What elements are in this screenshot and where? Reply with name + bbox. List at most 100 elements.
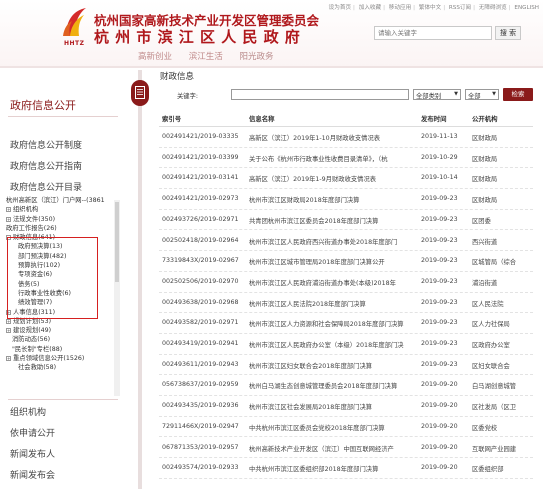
table-row[interactable]: 002502418/2019-02964 杭州市滨江区人民政府西兴街道办事处201… [159, 231, 533, 252]
filter-search-button[interactable]: 检索 [503, 88, 533, 101]
table-row[interactable]: 002502506/2019-02970 杭州市滨江区人民政府浦沿街道办事处(本级… [159, 272, 533, 293]
sidebar-link-catalog[interactable]: 政府信息公开目录 [10, 180, 82, 193]
top-link-set-home[interactable]: 设为首页 [329, 5, 351, 11]
top-link-traditional[interactable]: 繁体中文 [419, 5, 441, 11]
table-row[interactable]: 73319843X/2019-02967 杭州市滨江区城市管理局2018年度部门决… [159, 251, 533, 272]
top-link-mobile[interactable]: 移动应用 [389, 5, 411, 11]
tree-item-label: 政府工作报告(26) [6, 224, 57, 232]
cell-name[interactable]: 高新区（滨江）2019年1-9月财政收支情况表 [249, 174, 417, 183]
tree-item[interactable]: 消防动态(56) [4, 335, 119, 344]
cell-date: 2019-09-20 [421, 381, 458, 389]
cell-name[interactable]: 杭州市滨江区人民政府浦沿街道办事处(本级)2018年 [249, 278, 417, 287]
table-row[interactable]: 067871353/2019-02957 杭州高新技术产业开发区（滨江）中国互联网… [159, 438, 533, 459]
tree-item[interactable]: 预算执行(102) [4, 261, 119, 270]
cell-name[interactable]: 关于公布《杭州市行政事业性收费目录清单》，（杭 [249, 154, 417, 163]
catalog-tree: 杭州高新区（滨江）门户网--(3861 + 组织机构 + 法规文件(350) 政府工作报告… [4, 196, 119, 396]
sidebar-link-org[interactable]: 组织机构 [10, 405, 46, 418]
cell-index: 002502506/2019-02970 [162, 277, 239, 285]
tree-item[interactable]: - 财政信息(641) [4, 233, 119, 242]
table-row[interactable]: 002493638/2019-02968 杭州市滨江区人民法院2018年度部门决算… [159, 293, 533, 314]
tree-item[interactable]: 绩效管理(7) [4, 298, 119, 307]
tree-item-label: 杭州高新区（滨江）门户网--(3861 [6, 197, 105, 204]
tree-item[interactable]: + 建设规划(49) [4, 326, 119, 335]
nav-item-gov-affairs[interactable]: 阳光政务 [239, 50, 273, 62]
tree-item-label: 财政信息(641) [13, 234, 56, 242]
tree-item[interactable]: 杭州高新区（滨江）门户网--(3861 [4, 196, 119, 205]
tree-item[interactable]: + 人事信息(311) [4, 308, 119, 317]
top-link-favorite[interactable]: 加入收藏 [359, 5, 381, 11]
scope-select[interactable]: 全部 ▼ [465, 89, 499, 100]
tree-item[interactable]: 社会救助(58) [4, 363, 119, 372]
expand-icon[interactable]: + [6, 207, 11, 213]
tree-item[interactable]: 政府预决算(13) [4, 242, 119, 251]
table-row[interactable]: 002493419/2019-02941 杭州市滨江区人民政府办公室（本级）201… [159, 334, 533, 355]
cell-name[interactable]: 高新区（滨江）2019年1-10月财政收支情况表 [249, 133, 417, 142]
cell-name[interactable]: 杭州市滨江区人民法院2018年度部门决算 [249, 299, 417, 308]
cell-date: 2019-10-14 [421, 174, 458, 182]
tree-item[interactable]: + 重点领域信息公开(1526) [4, 354, 119, 363]
sidebar-link-press-conf[interactable]: 新闻发布会 [10, 468, 55, 481]
tree-item[interactable]: + 组织机构 [4, 205, 119, 214]
cell-org: 西兴街道 [472, 238, 498, 246]
table-row[interactable]: 002493435/2019-02936 杭州市滨江区社会发展局2018年度部门决… [159, 396, 533, 417]
cell-name[interactable]: 杭州市滨江区城市管理局2018年度部门决算公开 [249, 257, 417, 266]
document-icon [135, 86, 145, 99]
tree-item[interactable]: + 规划计划(53) [4, 317, 119, 326]
sidebar-link-guide[interactable]: 政府信息公开指南 [10, 159, 82, 172]
table-row[interactable]: 002491421/2019-02973 杭州市滨江区财政局2018年度部门决算 2… [159, 189, 533, 210]
site-search-input[interactable] [374, 26, 492, 40]
expand-icon[interactable]: + [6, 216, 11, 222]
cell-index: 056738637/2019-02959 [162, 381, 239, 389]
cell-name[interactable]: 杭州市滨江区财政局2018年度部门决算 [249, 195, 417, 204]
cell-index: 002491421/2019-02973 [162, 195, 239, 203]
cell-name[interactable]: 共青团杭州市滨江区委员会2018年度部门决算 [249, 216, 417, 225]
tree-item[interactable]: 政府工作报告(26) [4, 224, 119, 233]
tree-item[interactable]: + 法规文件(350) [4, 215, 119, 224]
expand-icon[interactable]: + [6, 356, 11, 362]
cell-name[interactable]: 中共杭州市滨江区委员会党校2018年度部门决算 [249, 423, 417, 432]
tree-item[interactable]: 行政事业性收费(6) [4, 289, 119, 298]
table-row[interactable]: 72911466X/2019-02947 中共杭州市滨江区委员会党校2018年度部… [159, 417, 533, 438]
keyword-label: 关键字: [177, 93, 199, 100]
tree-item-label: 建设规划(49) [13, 327, 52, 335]
table-row[interactable]: 002493726/2019-02971 共青团杭州市滨江区委员会2018年度部门… [159, 210, 533, 231]
expand-icon[interactable]: + [6, 309, 11, 315]
cell-name[interactable]: 杭州市滨江区社会发展局2018年度部门决算 [249, 402, 417, 411]
nav-item-life[interactable]: 滨江生活 [189, 50, 223, 62]
expand-icon[interactable]: + [6, 318, 11, 324]
cell-name[interactable]: 杭州市滨江区人民政府西兴街道办事处2018年度部门 [249, 237, 417, 246]
tree-item-label: 组织机构 [13, 206, 39, 214]
sidebar-link-apply[interactable]: 依申请公开 [10, 426, 55, 439]
site-search-button[interactable]: 搜 索 [495, 26, 521, 40]
cell-name[interactable]: 杭州白马湖生态创意城管理委员会2018年度部门决算 [249, 381, 417, 390]
cell-name[interactable]: 杭州市滨江区人民政府办公室（本级）2018年度部门决 [249, 340, 417, 349]
sidebar-link-spokesperson[interactable]: 新闻发布人 [10, 447, 55, 460]
top-link-rss[interactable]: RSS订阅 [449, 5, 471, 11]
tree-scrollbar-thumb[interactable] [115, 202, 119, 282]
collapse-icon[interactable]: - [6, 235, 11, 241]
top-link-english[interactable]: ENGLISH [514, 5, 539, 11]
sidebar-link-system[interactable]: 政府信息公开制度 [10, 138, 82, 151]
tree-item[interactable]: 专项资金(6) [4, 270, 119, 279]
table-row[interactable]: 002491421/2019-03335 高新区（滨江）2019年1-10月财政收… [159, 127, 533, 148]
top-link-accessibility[interactable]: 无障碍浏览 [479, 5, 507, 11]
cell-index: 002493611/2019-02943 [162, 360, 239, 368]
table-row[interactable]: 056738637/2019-02959 杭州白马湖生态创意城管理委员会2018年… [159, 375, 533, 397]
table-row[interactable]: 002491421/2019-03399 关于公布《杭州市行政事业性收费目录清单》… [159, 148, 533, 169]
keyword-input[interactable] [231, 89, 409, 100]
expand-icon[interactable]: + [6, 328, 11, 334]
tree-item[interactable]: 债务(5) [4, 280, 119, 289]
tree-item[interactable]: "民长制"专栏(88) [4, 345, 119, 354]
cell-date: 2019-09-20 [421, 402, 458, 410]
cell-name[interactable]: 杭州市滨江区妇女联合会2018年度部门决算 [249, 361, 417, 370]
table-row[interactable]: 002493582/2019-02971 杭州市滨江区人力资源和社会保障局2018… [159, 313, 533, 334]
cell-name[interactable]: 杭州高新技术产业开发区（滨江）中国互联网经济产 [249, 444, 417, 453]
category-select[interactable]: 全部类别 ▼ [413, 89, 461, 100]
cell-name[interactable]: 杭州市滨江区人力资源和社会保障局2018年度部门决算 [249, 319, 417, 328]
cell-name[interactable]: 中共杭州市滨江区委组织部2018年度部门决算 [249, 464, 417, 473]
table-row[interactable]: 002491421/2019-03141 高新区（滨江）2019年1-9月财政收支… [159, 168, 533, 190]
table-row[interactable]: 002493611/2019-02943 杭州市滨江区妇女联合会2018年度部门决… [159, 355, 533, 376]
table-row[interactable]: 002493574/2019-02933 中共杭州市滨江区委组织部2018年度部门… [159, 458, 533, 479]
nav-item-startup[interactable]: 高新创业 [138, 50, 172, 62]
tree-item[interactable]: 部门预决算(482) [4, 252, 119, 261]
